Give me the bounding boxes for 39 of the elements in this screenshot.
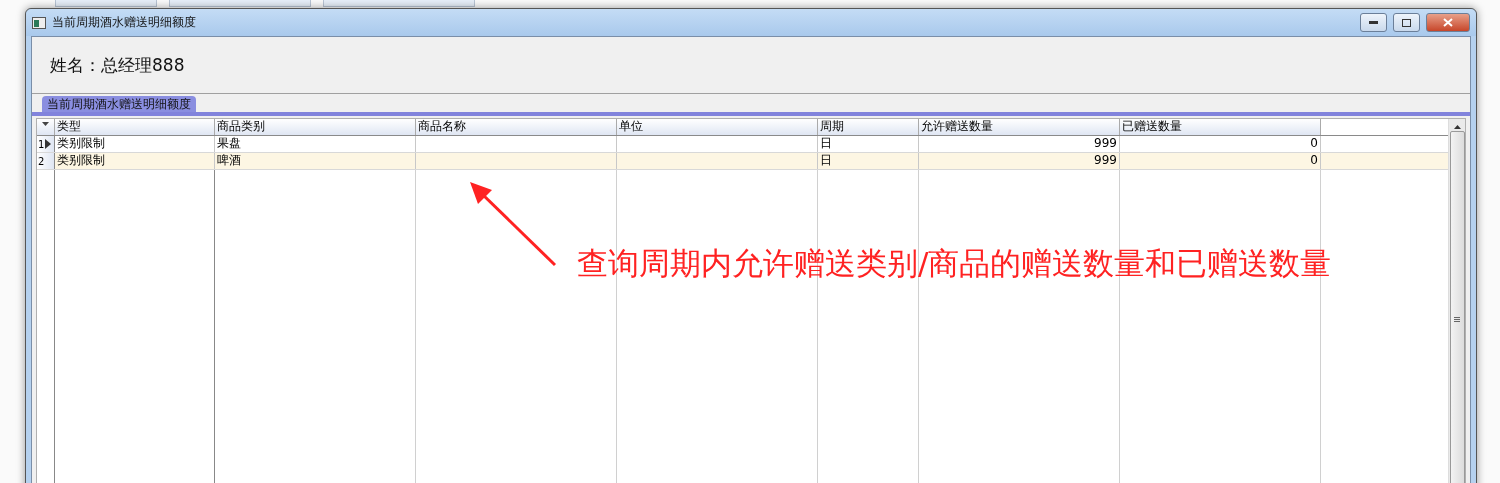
window-icon: [32, 16, 46, 29]
annotation-text: 查询周期内允许赠送类别/商品的赠送数量和已赠送数量: [577, 244, 1332, 283]
maximize-icon: [1402, 18, 1411, 27]
column-header[interactable]: 商品名称: [416, 119, 617, 135]
background-button[interactable]: [323, 0, 475, 7]
minimize-icon: [1369, 21, 1378, 24]
row-header[interactable]: 2: [37, 153, 55, 169]
column-header[interactable]: 周期: [818, 119, 919, 135]
window-title: 当前周期酒水赠送明细额度: [52, 14, 197, 31]
table-cell: 日: [818, 136, 919, 152]
close-button[interactable]: [1426, 13, 1470, 32]
grip-icon: [1454, 316, 1460, 322]
maximize-button[interactable]: [1393, 13, 1420, 32]
name-label: 姓名：总经理888: [50, 53, 185, 77]
column-header[interactable]: 单位: [617, 119, 818, 135]
scroll-up-icon: [1453, 125, 1461, 129]
column-menu-button[interactable]: [37, 119, 55, 135]
column-header[interactable]: 类型: [55, 119, 215, 135]
table-cell: 啤酒: [215, 153, 416, 169]
row-number: 2: [38, 154, 45, 169]
table-cell: 果盘: [215, 136, 416, 152]
column-header[interactable]: 商品类别: [215, 119, 416, 135]
column-header[interactable]: 允许赠送数量: [919, 119, 1120, 135]
table-cell: 0: [1120, 153, 1321, 169]
row-header[interactable]: 1: [37, 136, 55, 152]
caret-icon: [42, 122, 49, 126]
column-header[interactable]: 已赠送数量: [1120, 119, 1321, 135]
table-cell: 日: [818, 153, 919, 169]
table-cell: 999: [919, 153, 1120, 169]
background-button[interactable]: [169, 0, 311, 7]
row-number: 1: [38, 137, 45, 152]
background-button[interactable]: [55, 0, 157, 7]
minimize-button[interactable]: [1360, 13, 1387, 32]
table-cell: 0: [1120, 136, 1321, 152]
table-cell: 类别限制: [55, 136, 215, 152]
table-cell: 999: [919, 136, 1120, 152]
table-cell: 类别限制: [55, 153, 215, 169]
close-icon: [1443, 18, 1453, 27]
tab[interactable]: 当前周期酒水赠送明细额度: [42, 96, 196, 112]
